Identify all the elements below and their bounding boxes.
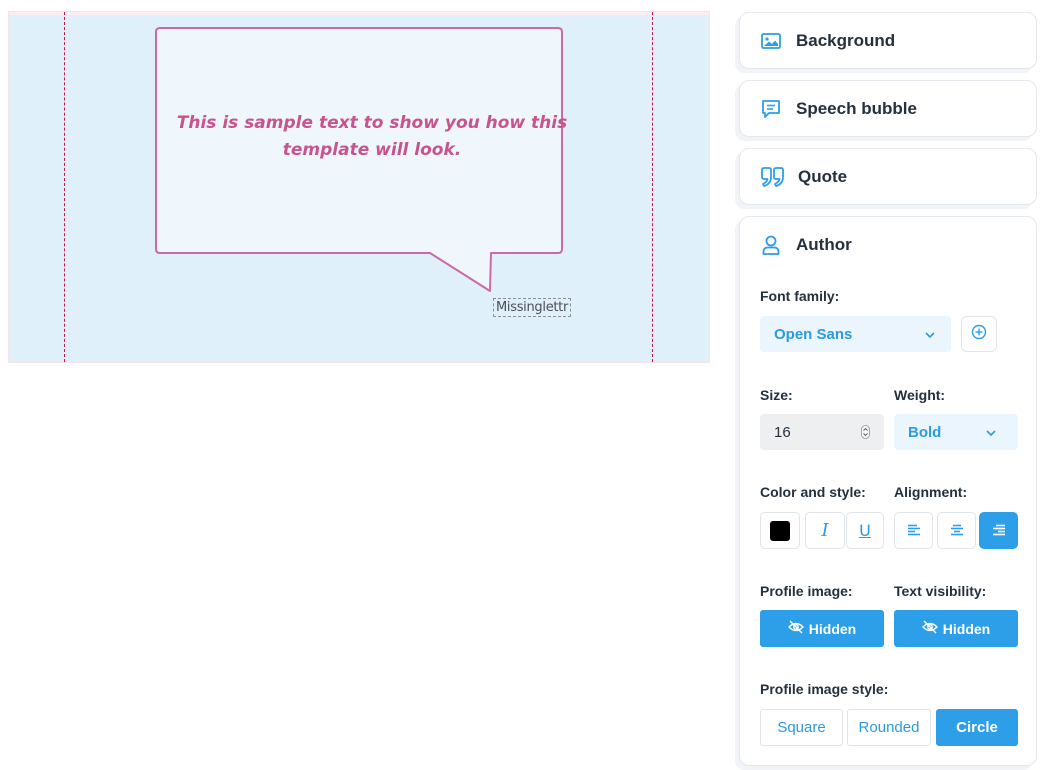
weight-label: Weight: xyxy=(894,387,946,403)
underline-button[interactable]: U xyxy=(846,512,884,549)
profile-image-value: Hidden xyxy=(808,620,857,637)
section-background[interactable]: Background xyxy=(739,12,1037,69)
quote-icon xyxy=(760,166,786,188)
chevron-down-icon xyxy=(925,326,935,343)
profile-image-label: Profile image: xyxy=(760,583,853,599)
size-input[interactable]: 16 xyxy=(760,414,884,450)
speech-bubble-icon xyxy=(760,98,782,120)
font-family-value: Open Sans xyxy=(774,325,853,343)
font-family-select[interactable]: Open Sans xyxy=(760,316,951,352)
profile-style-label: Profile image style: xyxy=(760,681,889,697)
align-center-icon xyxy=(950,521,964,541)
plus-circle-icon xyxy=(971,324,987,345)
quote-text[interactable]: This is sample text to show you how this… xyxy=(169,110,575,164)
text-visibility-toggle[interactable]: Hidden xyxy=(894,610,1018,647)
text-visibility-value: Hidden xyxy=(942,620,991,637)
section-author-header[interactable]: Author xyxy=(740,217,1036,273)
align-right-button[interactable] xyxy=(979,512,1018,549)
profile-style-circle-button[interactable]: Circle xyxy=(936,709,1018,746)
section-speech-bubble-title: Speech bubble xyxy=(796,99,917,118)
section-speech-bubble[interactable]: Speech bubble xyxy=(739,80,1037,137)
user-icon xyxy=(760,234,782,256)
weight-value: Bold xyxy=(908,423,942,441)
section-speech-bubble-header[interactable]: Speech bubble xyxy=(740,81,1036,137)
size-value: 16 xyxy=(774,423,791,441)
italic-icon: I xyxy=(821,520,829,541)
alignment-label: Alignment: xyxy=(894,484,968,500)
stepper-icon xyxy=(861,425,870,443)
color-style-label: Color and style: xyxy=(760,484,866,500)
speech-bubble-shape[interactable] xyxy=(9,12,709,362)
section-quote[interactable]: Quote xyxy=(739,148,1037,205)
author-name-text[interactable]: Missinglettr xyxy=(493,298,572,317)
add-font-button[interactable] xyxy=(961,316,997,352)
size-label: Size: xyxy=(760,387,793,403)
image-icon xyxy=(760,30,782,52)
eye-off-icon xyxy=(921,620,943,637)
italic-button[interactable]: I xyxy=(805,512,845,549)
profile-style-square-button[interactable]: Square xyxy=(760,709,843,746)
color-swatch xyxy=(770,520,790,541)
text-visibility-label: Text visibility: xyxy=(894,583,987,599)
eye-off-icon xyxy=(787,620,809,637)
section-quote-header[interactable]: Quote xyxy=(740,149,1036,205)
section-author-title: Author xyxy=(796,235,852,254)
color-picker-button[interactable] xyxy=(760,512,800,549)
weight-select[interactable]: Bold xyxy=(894,414,1018,450)
section-background-title: Background xyxy=(796,31,896,50)
align-left-button[interactable] xyxy=(894,512,933,549)
section-author: Author Font family: Open Sans Size: Weig… xyxy=(739,216,1037,766)
profile-image-toggle[interactable]: Hidden xyxy=(760,610,884,647)
chevron-down-icon xyxy=(986,424,996,441)
align-right-icon xyxy=(992,521,1006,541)
align-center-button[interactable] xyxy=(937,512,976,549)
profile-style-rounded-button[interactable]: Rounded xyxy=(847,709,931,746)
section-quote-title: Quote xyxy=(798,167,848,186)
template-preview-canvas[interactable]: This is sample text to show you how this… xyxy=(9,12,709,362)
underline-icon: U xyxy=(859,521,871,540)
section-background-header[interactable]: Background xyxy=(740,13,1036,69)
font-family-label: Font family: xyxy=(760,288,840,304)
align-left-icon xyxy=(907,521,921,541)
